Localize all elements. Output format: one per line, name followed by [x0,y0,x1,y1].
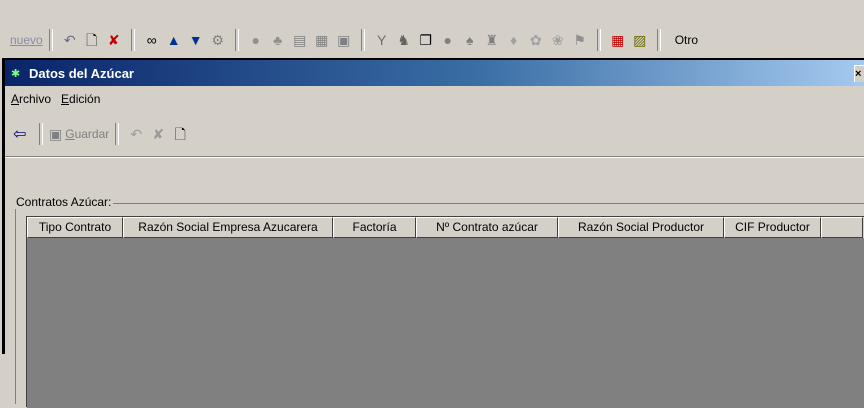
circle-icon[interactable]: ● [246,30,266,50]
app-toolbar: nuevo ↶ 🗋 ✘ ∞ ▲ ▼ ⚙ ● ♣ ▤ ▦ ▣ Y ♞ ❐ ● ♠ … [0,0,864,58]
groupbox-label: Contratos Azúcar: [14,195,114,209]
toolbar-separator [234,29,239,51]
toolbar-separator [115,123,120,145]
toolbar-separator [656,29,661,51]
datos-azucar-window: ✱ Datos del Azúcar × Archivo Edición ⇦ ▣… [2,58,864,408]
window-toolbar: ⇦ ▣ Guardar ↶ ✘ 🗋 [5,120,864,148]
menu-archivo[interactable]: Archivo [11,92,51,106]
column-header[interactable]: Tipo Contrato [27,217,123,238]
grid-header: Tipo Contrato Razón Social Empresa Azuca… [27,217,864,238]
window-titlebar[interactable]: ✱ Datos del Azúcar × [5,60,864,86]
window-title: Datos del Azúcar [29,65,134,81]
harvest-icon[interactable]: ❀ [548,30,568,50]
new-document-icon[interactable]: 🗋 [82,30,102,50]
column-header[interactable]: CIF Productor [724,217,821,238]
nuevo-link[interactable]: nuevo [10,33,43,47]
arrow-up-icon[interactable]: ▲ [164,30,184,50]
column-header[interactable]: Nº Contrato azúcar [416,217,558,238]
leaf-icon[interactable]: ♠ [460,30,480,50]
wolf-icon[interactable]: ♞ [394,30,414,50]
plant-icon[interactable]: ♦ [504,30,524,50]
column-header[interactable]: Razón Social Empresa Azucarera [123,217,333,238]
guardar-button[interactable]: ▣ Guardar [49,126,109,143]
window-app-icon: ✱ [11,67,21,80]
arrow-down-icon[interactable]: ▼ [186,30,206,50]
contratos-grid[interactable]: Tipo Contrato Razón Social Empresa Azuca… [26,216,864,408]
floppy-disk-icon: ▣ [49,125,63,142]
note-icon[interactable]: ▨ [630,30,650,50]
undo-icon[interactable]: ↶ [60,30,80,50]
app-toolbar-row: nuevo ↶ 🗋 ✘ ∞ ▲ ▼ ⚙ ● ♣ ▤ ▦ ▣ Y ♞ ❐ ● ♠ … [0,22,864,58]
new-document-icon[interactable]: 🗋 [170,124,190,144]
undo-icon[interactable]: ↶ [126,124,146,144]
otro-button[interactable]: Otro [675,33,698,47]
apple-icon[interactable]: ♣ [268,30,288,50]
delete-record-icon[interactable]: ✘ [148,124,168,144]
form-icon[interactable]: ▤ [290,30,310,50]
toolbar-separator [39,123,43,145]
column-header[interactable] [821,217,863,238]
report-icon[interactable]: ▣ [334,30,354,50]
toolbar-separator [48,29,53,51]
grid-icon[interactable]: ▦ [608,30,628,50]
form2-icon[interactable]: ▦ [312,30,332,50]
grapes-icon[interactable]: ✿ [526,30,546,50]
toolbar-separator [130,29,135,51]
menubar: Archivo Edición [5,88,864,110]
menu-edicion[interactable]: Edición [61,92,100,106]
bottle-icon[interactable]: ♜ [482,30,502,50]
column-header[interactable]: Razón Social Productor [558,217,724,238]
column-header[interactable]: Factoría [333,217,416,238]
toolbar-separator [596,29,601,51]
back-arrow-icon[interactable]: ⇦ [13,124,33,144]
window-icon[interactable]: ❐ [416,30,436,50]
close-icon[interactable]: × [854,65,864,82]
flag-icon[interactable]: ⚑ [570,30,590,50]
contratos-groupbox: Contratos Azúcar: Tipo Contrato Razón So… [14,195,864,408]
gear-icon[interactable]: ⚙ [208,30,228,50]
toolbar-separator [360,29,365,51]
fruit-icon[interactable]: ● [438,30,458,50]
divider [5,156,864,158]
binoculars-icon[interactable]: ∞ [142,30,162,50]
tool-icon[interactable]: Y [372,30,392,50]
grid-body[interactable] [27,238,864,408]
delete-record-icon[interactable]: ✘ [104,30,124,50]
